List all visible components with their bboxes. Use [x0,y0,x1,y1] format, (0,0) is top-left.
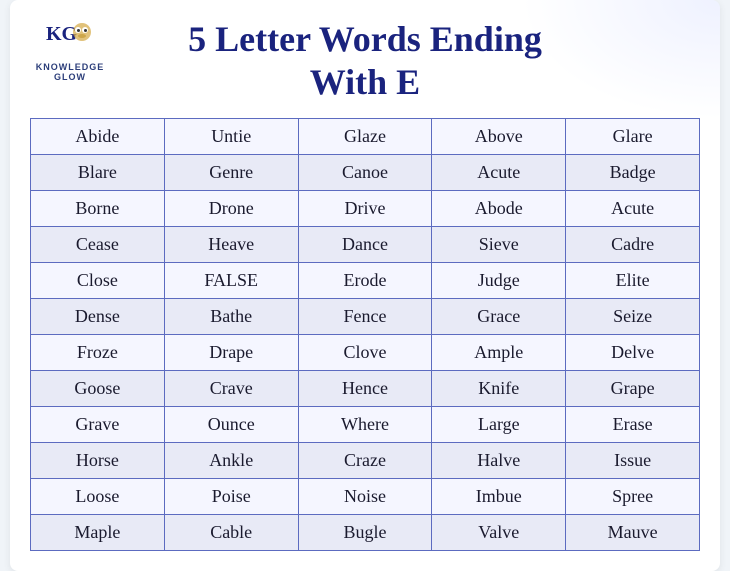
table-cell: Craze [298,443,432,479]
table-cell: Poise [164,479,298,515]
table-row: BlareGenreCanoeAcuteBadge [31,155,700,191]
table-cell: Bathe [164,299,298,335]
table-row: LoosePoiseNoiseImbueSpree [31,479,700,515]
header-area: KG KNOWLEDGE GLOW 5 Letter Words Ending … [30,18,700,104]
table-cell: FALSE [164,263,298,299]
table-cell: Acute [566,191,700,227]
title-line2: With E [188,61,542,104]
table-cell: Froze [31,335,165,371]
table-cell: Sieve [432,227,566,263]
table-cell: Canoe [298,155,432,191]
table-cell: Elite [566,263,700,299]
table-row: BorneDroneDriveAbodeAcute [31,191,700,227]
logo: KG KNOWLEDGE GLOW [30,18,110,82]
table-cell: Grave [31,407,165,443]
table-cell: Ample [432,335,566,371]
table-cell: Glaze [298,119,432,155]
title-line1: 5 Letter Words Ending [188,18,542,61]
table-cell: Halve [432,443,566,479]
table-cell: Erode [298,263,432,299]
table-cell: Loose [31,479,165,515]
table-cell: Drape [164,335,298,371]
logo-tagline: KNOWLEDGE GLOW [30,62,110,82]
page-title: 5 Letter Words Ending With E [188,18,542,104]
table-row: GooseCraveHenceKnifeGrape [31,371,700,407]
table-cell: Drone [164,191,298,227]
table-cell: Judge [432,263,566,299]
table-cell: Delve [566,335,700,371]
table-cell: Dance [298,227,432,263]
table-cell: Hence [298,371,432,407]
table-cell: Large [432,407,566,443]
logo-icon: KG [44,18,96,60]
table-cell: Ounce [164,407,298,443]
table-cell: Badge [566,155,700,191]
table-cell: Acute [432,155,566,191]
table-cell: Glare [566,119,700,155]
table-row: GraveOunceWhereLargeErase [31,407,700,443]
table-cell: Blare [31,155,165,191]
table-cell: Untie [164,119,298,155]
table-cell: Seize [566,299,700,335]
table-cell: Above [432,119,566,155]
table-cell: Issue [566,443,700,479]
table-cell: Where [298,407,432,443]
table-cell: Drive [298,191,432,227]
table-row: HorseAnkleCrazeHalveIssue [31,443,700,479]
table-cell: Grace [432,299,566,335]
table-row: CloseFALSEErodeJudgeElite [31,263,700,299]
table-row: CeaseHeaveDanceSieveCadre [31,227,700,263]
word-table: AbideUntieGlazeAboveGlareBlareGenreCanoe… [30,118,700,551]
table-cell: Grape [566,371,700,407]
table-cell: Heave [164,227,298,263]
table-cell: Genre [164,155,298,191]
table-cell: Spree [566,479,700,515]
svg-text:KG: KG [46,23,78,45]
table-cell: Cease [31,227,165,263]
table-cell: Dense [31,299,165,335]
table-cell: Crave [164,371,298,407]
table-cell: Clove [298,335,432,371]
table-cell: Goose [31,371,165,407]
table-cell: Knife [432,371,566,407]
table-row: DenseBatheFenceGraceSeize [31,299,700,335]
table-cell: Close [31,263,165,299]
table-cell: Borne [31,191,165,227]
table-cell: Cadre [566,227,700,263]
table-cell: Fence [298,299,432,335]
table-cell: Horse [31,443,165,479]
table-row: FrozeDrapeCloveAmpleDelve [31,335,700,371]
table-cell: Erase [566,407,700,443]
table-cell: Noise [298,479,432,515]
table-cell: Imbue [432,479,566,515]
main-container: KG KNOWLEDGE GLOW 5 Letter Words Ending … [10,0,720,571]
table-cell: Abode [432,191,566,227]
table-row: AbideUntieGlazeAboveGlare [31,119,700,155]
table-cell: Abide [31,119,165,155]
table-cell: Ankle [164,443,298,479]
